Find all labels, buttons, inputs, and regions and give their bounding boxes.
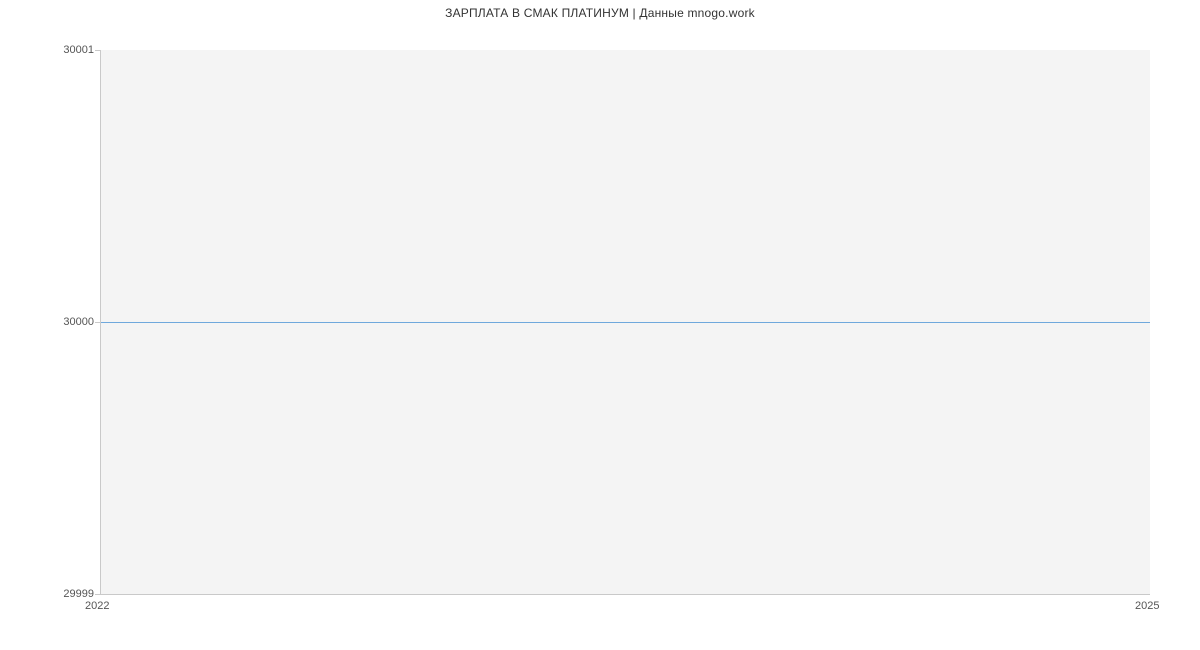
chart-container: ЗАРПЛАТА В СМАК ПЛАТИНУМ | Данные mnogo.… (0, 0, 1200, 650)
data-line (101, 322, 1150, 323)
x-tick-label: 2025 (1135, 600, 1159, 612)
y-tick-label: 30000 (54, 316, 94, 328)
y-tick-label: 30001 (54, 44, 94, 56)
ytick-mark (95, 594, 100, 595)
ytick-mark (95, 322, 100, 323)
chart-title: ЗАРПЛАТА В СМАК ПЛАТИНУМ | Данные mnogo.… (0, 6, 1200, 20)
y-tick-label: 29999 (54, 588, 94, 600)
ytick-mark (95, 50, 100, 51)
plot-area (100, 50, 1150, 595)
x-tick-label: 2022 (85, 600, 109, 612)
